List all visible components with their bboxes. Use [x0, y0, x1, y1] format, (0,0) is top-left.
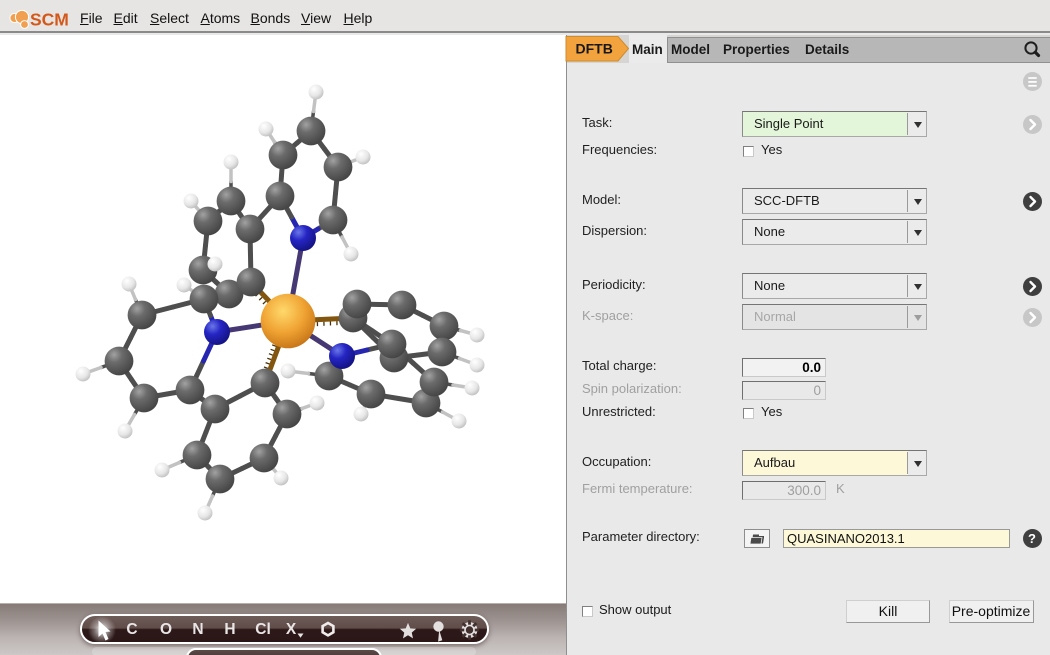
svg-text:DFTB: DFTB [576, 41, 613, 57]
svg-text:SCM: SCM [30, 10, 69, 30]
